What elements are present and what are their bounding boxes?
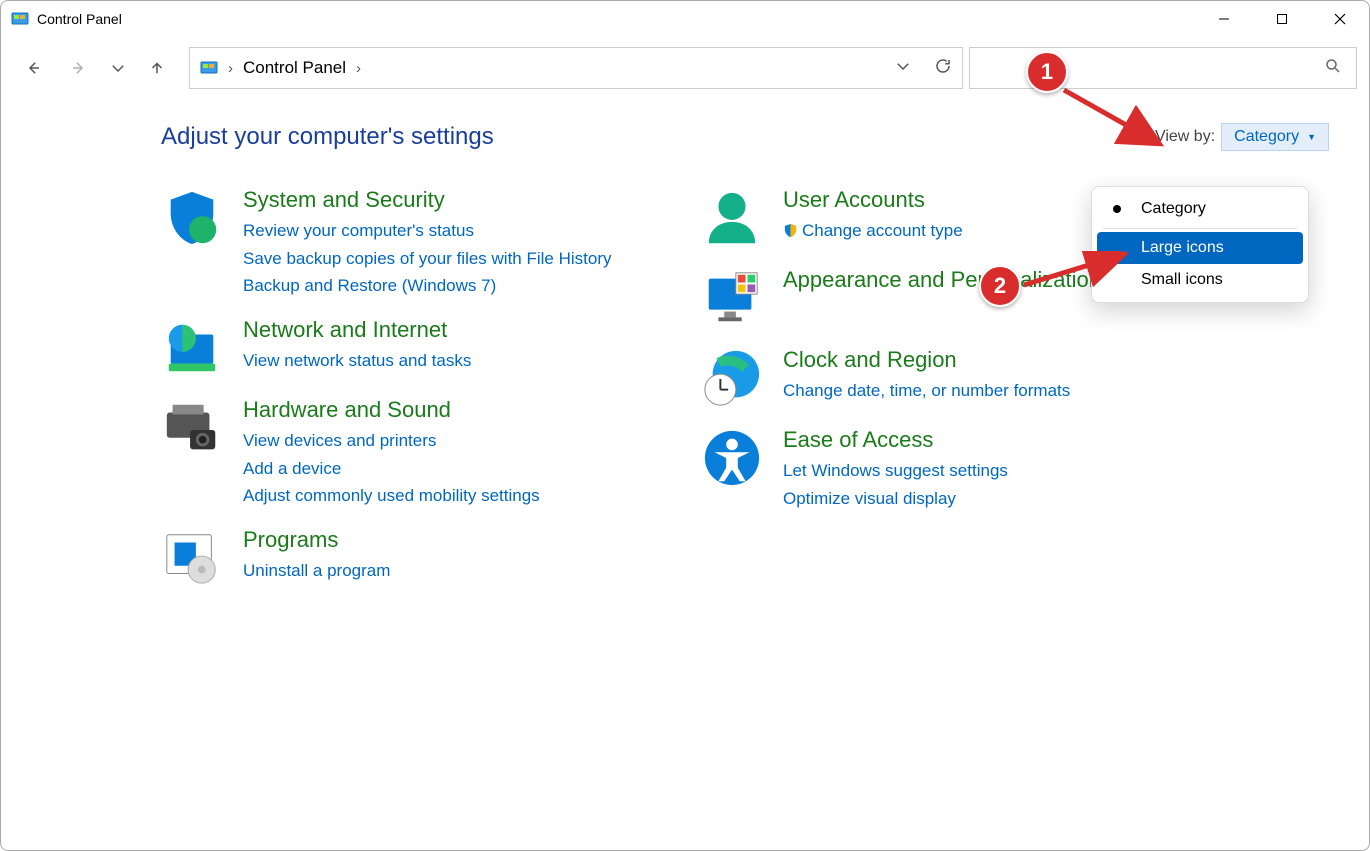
category-hardware-sound: Hardware and Sound View devices and prin…: [161, 397, 681, 509]
menu-separator: [1103, 228, 1297, 229]
category-left-column: System and Security Review your computer…: [161, 187, 681, 607]
clock-globe-icon: [701, 347, 763, 409]
category-link[interactable]: Change account type: [783, 217, 963, 244]
menu-item-category[interactable]: Category: [1097, 193, 1303, 225]
category-link[interactable]: Uninstall a program: [243, 557, 390, 584]
recent-locations-button[interactable]: [105, 48, 131, 88]
forward-button[interactable]: [59, 48, 99, 88]
view-by-container: View by: Category ▼: [1155, 123, 1329, 151]
breadcrumb-chevron-icon[interactable]: ›: [228, 60, 233, 77]
close-button[interactable]: [1311, 1, 1369, 37]
category-title[interactable]: Ease of Access: [783, 427, 1008, 453]
search-icon[interactable]: [1324, 57, 1342, 79]
chevron-down-icon: ▼: [1307, 132, 1316, 142]
category-link[interactable]: Let Windows suggest settings: [783, 457, 1008, 484]
category-link[interactable]: Backup and Restore (Windows 7): [243, 272, 612, 299]
category-system-security: System and Security Review your computer…: [161, 187, 681, 299]
view-by-dropdown[interactable]: Category ▼: [1221, 123, 1329, 151]
refresh-button[interactable]: [934, 57, 952, 79]
bullet-icon: [1113, 205, 1121, 213]
control-panel-window: Control Panel: [0, 0, 1370, 851]
breadcrumb-item[interactable]: Control Panel: [243, 58, 346, 78]
category-programs: Programs Uninstall a program: [161, 527, 681, 589]
uac-shield-icon: [783, 223, 798, 238]
annotation-badge-1: 1: [1026, 51, 1068, 93]
category-title[interactable]: System and Security: [243, 187, 612, 213]
annotation-badge-2: 2: [979, 265, 1021, 307]
category-link[interactable]: View network status and tasks: [243, 347, 471, 374]
user-icon: [701, 187, 763, 249]
maximize-button[interactable]: [1253, 1, 1311, 37]
view-by-selected: Category: [1234, 128, 1299, 146]
breadcrumb-chevron-icon[interactable]: ›: [356, 60, 361, 77]
category-link[interactable]: Change date, time, or number formats: [783, 377, 1070, 404]
programs-icon: [161, 527, 223, 589]
titlebar-left: Control Panel: [11, 10, 122, 28]
appearance-icon: [701, 267, 763, 329]
category-link[interactable]: Adjust commonly used mobility settings: [243, 482, 540, 509]
annotation-arrow-2: [1019, 251, 1129, 296]
network-icon: [161, 317, 223, 379]
category-link[interactable]: Add a device: [243, 455, 540, 482]
address-history-button[interactable]: [894, 57, 912, 79]
printer-camera-icon: [161, 397, 223, 459]
annotation-arrow-1: [1059, 85, 1169, 155]
address-app-icon: [200, 59, 218, 77]
category-link[interactable]: Review your computer's status: [243, 217, 612, 244]
category-link[interactable]: Optimize visual display: [783, 485, 1008, 512]
address-left: › Control Panel ›: [200, 58, 361, 78]
category-title[interactable]: User Accounts: [783, 187, 963, 213]
shield-icon: [161, 187, 223, 249]
window-title: Control Panel: [37, 11, 122, 27]
titlebar: Control Panel: [1, 1, 1369, 37]
window-controls: [1195, 1, 1369, 37]
category-ease-of-access: Ease of Access Let Windows suggest setti…: [701, 427, 1221, 512]
category-network-internet: Network and Internet View network status…: [161, 317, 681, 379]
category-title[interactable]: Hardware and Sound: [243, 397, 540, 423]
page-heading: Adjust your computer's settings: [161, 123, 494, 151]
category-title[interactable]: Clock and Region: [783, 347, 1070, 373]
accessibility-icon: [701, 427, 763, 489]
category-link[interactable]: View devices and printers: [243, 427, 540, 454]
category-clock-region: Clock and Region Change date, time, or n…: [701, 347, 1221, 409]
category-title[interactable]: Network and Internet: [243, 317, 471, 343]
address-right: [894, 57, 952, 79]
control-panel-app-icon: [11, 10, 29, 28]
category-title[interactable]: Programs: [243, 527, 390, 553]
minimize-button[interactable]: [1195, 1, 1253, 37]
back-button[interactable]: [13, 48, 53, 88]
up-button[interactable]: [137, 48, 177, 88]
category-link[interactable]: Save backup copies of your files with Fi…: [243, 245, 612, 272]
address-bar[interactable]: › Control Panel ›: [189, 47, 963, 89]
